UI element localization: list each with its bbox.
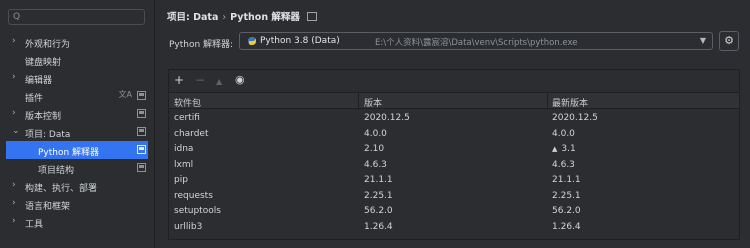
sidebar-item-tools[interactable]: › 工具 bbox=[0, 213, 154, 231]
add-package-icon[interactable]: + bbox=[174, 73, 184, 87]
package-name: idna bbox=[174, 144, 194, 154]
chevron-right-icon: › bbox=[12, 216, 16, 226]
sidebar-item-label: 外观和行为 bbox=[25, 40, 71, 50]
gear-icon: ⚙ bbox=[724, 34, 734, 47]
package-version: 4.0.0 bbox=[364, 128, 387, 139]
package-name: lxml bbox=[174, 159, 194, 170]
breadcrumb: 项目: Data › Python 解释器 bbox=[167, 9, 317, 23]
sidebar-item-plugins[interactable]: 插件 文A bbox=[0, 87, 154, 105]
chevron-down-icon: ▼ bbox=[699, 36, 706, 45]
package-version: 2020.12.5 bbox=[364, 113, 410, 123]
package-latest: 1.26.4 bbox=[552, 221, 581, 232]
sidebar-item-label: 编辑器 bbox=[25, 76, 53, 86]
table-row[interactable]: urllib3 1.26.4 1.26.4 bbox=[169, 220, 739, 236]
interpreter-settings-button[interactable]: ⚙ bbox=[719, 31, 739, 51]
package-latest: 21.1.1 bbox=[552, 175, 581, 185]
interpreter-label: Python 解释器: bbox=[169, 40, 234, 50]
column-header-latest[interactable]: 最新版本 bbox=[552, 96, 588, 109]
package-version: 56.2.0 bbox=[364, 206, 393, 216]
sidebar-item-python-interpreter[interactable]: Python 解释器 bbox=[6, 141, 148, 159]
sidebar-item-project[interactable]: ⌄ 项目: Data bbox=[0, 123, 154, 141]
search-icon: Q bbox=[13, 12, 21, 22]
sidebar-item-label: 版本控制 bbox=[25, 112, 62, 122]
breadcrumb-separator: › bbox=[222, 12, 227, 23]
package-name: certifi bbox=[174, 113, 200, 123]
translate-icon: 文A bbox=[118, 90, 132, 99]
package-latest: 56.2.0 bbox=[552, 206, 581, 216]
sidebar-item-label: 构建、执行、部署 bbox=[25, 184, 98, 194]
chevron-right-icon: › bbox=[12, 108, 16, 118]
remove-package-icon[interactable]: − bbox=[195, 73, 205, 87]
table-row[interactable]: setuptools 56.2.0 56.2.0 bbox=[169, 204, 739, 220]
sidebar-item-languages[interactable]: › 语言和框架 bbox=[0, 195, 154, 213]
python-icon bbox=[248, 37, 256, 45]
package-name: requests bbox=[174, 190, 213, 201]
package-latest: 2020.12.5 bbox=[552, 113, 598, 123]
chevron-right-icon: › bbox=[12, 36, 16, 46]
package-version: 4.6.3 bbox=[364, 159, 387, 170]
project-settings-icon bbox=[137, 109, 146, 118]
chevron-right-icon: › bbox=[12, 72, 16, 82]
table-row[interactable]: idna 2.10 ▲ 3.1 bbox=[169, 142, 739, 158]
package-name: urllib3 bbox=[174, 221, 203, 232]
settings-sidebar: Q › 外观和行为 键盘映射 › 编辑器 插件 文A › 版本控制 ⌄ 项目: … bbox=[0, 0, 155, 248]
table-row[interactable]: certifi 2020.12.5 2020.12.5 bbox=[169, 111, 739, 127]
sidebar-item-label: 项目: Data bbox=[25, 130, 71, 140]
upgrade-package-icon[interactable]: ▲ bbox=[216, 75, 222, 89]
sidebar-item-label: 插件 bbox=[25, 94, 44, 104]
sidebar-item-editor[interactable]: › 编辑器 bbox=[0, 69, 154, 87]
package-version: 21.1.1 bbox=[364, 175, 393, 185]
interpreter-dropdown[interactable]: Python 3.8 (Data) E:\个人资料\露宸溶\Data\venv\… bbox=[239, 32, 713, 50]
sidebar-item-appearance[interactable]: › 外观和行为 bbox=[0, 33, 154, 51]
chevron-right-icon: › bbox=[12, 198, 16, 208]
column-divider bbox=[547, 93, 548, 110]
project-settings-icon bbox=[306, 12, 317, 21]
chevron-down-icon: ⌄ bbox=[12, 126, 20, 136]
package-name: chardet bbox=[174, 128, 209, 139]
table-row[interactable]: pip 21.1.1 21.1.1 bbox=[169, 173, 739, 189]
sidebar-item-label: Python 解释器 bbox=[38, 148, 100, 158]
project-settings-icon bbox=[137, 163, 146, 172]
package-latest: 3.1 bbox=[561, 144, 576, 154]
chevron-right-icon: › bbox=[12, 180, 16, 190]
column-header-package[interactable]: 软件包 bbox=[174, 96, 201, 109]
table-row[interactable]: requests 2.25.1 2.25.1 bbox=[169, 189, 739, 205]
sidebar-item-label: 工具 bbox=[25, 220, 44, 230]
project-settings-icon bbox=[137, 145, 146, 154]
project-settings-icon bbox=[137, 127, 146, 136]
package-latest: 4.0.0 bbox=[552, 128, 575, 139]
sidebar-item-vcs[interactable]: › 版本控制 bbox=[0, 105, 154, 123]
package-name: pip bbox=[174, 175, 188, 185]
upgrade-available-icon: ▲ bbox=[552, 145, 558, 153]
column-divider bbox=[358, 93, 359, 110]
sidebar-item-label: 语言和框架 bbox=[25, 202, 71, 212]
packages-panel: + − ▲ ◉ 软件包 版本 最新版本 certifi 2020.12.5 20… bbox=[168, 69, 740, 240]
column-header-version[interactable]: 版本 bbox=[364, 96, 382, 109]
sidebar-item-label: 键盘映射 bbox=[25, 58, 62, 68]
package-latest-upgradable: ▲ 3.1 bbox=[552, 144, 576, 154]
package-version: 2.10 bbox=[364, 144, 385, 154]
breadcrumb-page: Python 解释器 bbox=[230, 12, 300, 23]
table-row[interactable]: chardet 4.0.0 4.0.0 bbox=[169, 127, 739, 143]
package-latest: 2.25.1 bbox=[552, 190, 581, 201]
interpreter-path: E:\个人资料\露宸溶\Data\venv\Scripts\python.exe bbox=[375, 38, 578, 48]
sidebar-item-build[interactable]: › 构建、执行、部署 bbox=[0, 177, 154, 195]
package-version: 2.25.1 bbox=[364, 190, 393, 201]
project-settings-icon bbox=[137, 91, 146, 100]
packages-toolbar: + − ▲ ◉ bbox=[169, 70, 739, 92]
show-early-releases-icon[interactable]: ◉ bbox=[235, 73, 245, 87]
sidebar-item-keymap[interactable]: 键盘映射 bbox=[0, 51, 154, 69]
sidebar-item-label: 项目结构 bbox=[38, 166, 75, 176]
table-row[interactable]: lxml 4.6.3 4.6.3 bbox=[169, 158, 739, 174]
package-name: setuptools bbox=[174, 206, 221, 216]
package-version: 1.26.4 bbox=[364, 221, 393, 232]
package-latest: 4.6.3 bbox=[552, 159, 575, 170]
interpreter-name: Python 3.8 (Data) bbox=[260, 36, 340, 46]
settings-search-input[interactable]: Q bbox=[8, 9, 145, 25]
sidebar-item-project-structure[interactable]: 项目结构 bbox=[0, 159, 154, 177]
breadcrumb-project[interactable]: 项目: Data bbox=[167, 9, 218, 23]
table-header: 软件包 版本 最新版本 bbox=[169, 92, 739, 110]
